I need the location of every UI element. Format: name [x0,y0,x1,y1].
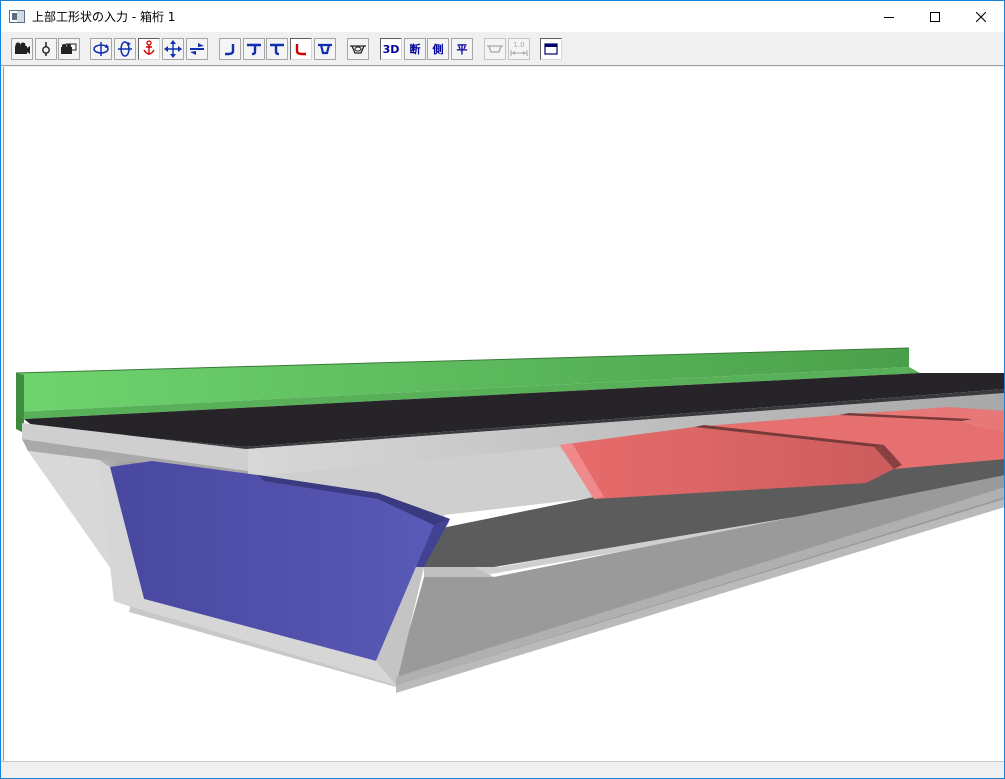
view-plan-icon: 平 [456,43,468,56]
app-icon [9,10,25,23]
window-title: 上部工形状の入力 - 箱桁 1 [32,10,176,24]
maximize-button[interactable] [912,1,958,32]
view-section-icon: 断 [409,43,421,56]
maximize-icon [930,11,940,22]
light-button[interactable] [35,38,57,60]
girder-tee-left-icon [247,43,261,56]
girder-left-icon [225,44,235,56]
girder-right-button[interactable] [290,38,312,60]
title-bar[interactable]: 上部工形状の入力 - 箱桁 1 [1,1,1004,32]
view-plan-button[interactable]: 平 [451,38,473,60]
light-icon [42,42,50,56]
window-controls [866,1,1004,32]
move-button[interactable] [162,38,184,60]
app-window: 上部工形状の入力 - 箱桁 1 3D 断 側 平 1.0 [0,0,1005,779]
minimize-button[interactable] [866,1,912,32]
close-icon [976,11,986,22]
scale-label: 1.0 [513,41,525,49]
girder-tee-left-button[interactable] [243,38,265,60]
view-side-icon: 側 [432,43,444,56]
view-side-button[interactable]: 側 [427,38,449,60]
dimension-icon [487,45,503,53]
girder-box-icon [318,43,332,55]
scale-icon [510,50,528,56]
3d-viewport[interactable] [3,67,1004,761]
window-toggle-icon [544,43,558,55]
camera-multi-button[interactable] [58,38,80,60]
rotate-y-button[interactable] [114,38,136,60]
window-toggle-button[interactable] [540,38,562,60]
camera-multi-icon [61,43,77,54]
bowl-button[interactable] [347,38,369,60]
bowl-icon [350,45,366,54]
rotate-x-button[interactable] [90,38,112,60]
girder-tee-right-button[interactable] [266,38,288,60]
girder-box-button[interactable] [314,38,336,60]
rotate-y-icon [118,41,132,57]
view-3d-button[interactable]: 3D [380,38,402,60]
girder-right-icon [295,44,306,56]
camera-icon [15,42,30,54]
view-section-button[interactable]: 断 [404,38,426,60]
girder-left-button[interactable] [219,38,241,60]
minimize-icon [884,16,894,18]
rotate-x-icon [93,42,109,56]
flip-icon [190,43,204,55]
close-button[interactable] [958,1,1004,32]
status-bar [1,761,1004,778]
girder-tee-right-icon [270,43,284,56]
box-girder-model[interactable] [4,67,1004,761]
anchor-button[interactable] [138,38,160,60]
dimension-button[interactable] [484,38,506,60]
scale-button[interactable]: 1.0 [508,38,530,60]
toolbar: 3D 断 側 平 1.0 [1,32,1004,66]
flip-button[interactable] [186,38,208,60]
view-3d-icon: 3D [382,42,400,56]
move-icon [164,40,182,58]
camera-button[interactable] [11,38,33,60]
anchor-icon [143,40,155,55]
